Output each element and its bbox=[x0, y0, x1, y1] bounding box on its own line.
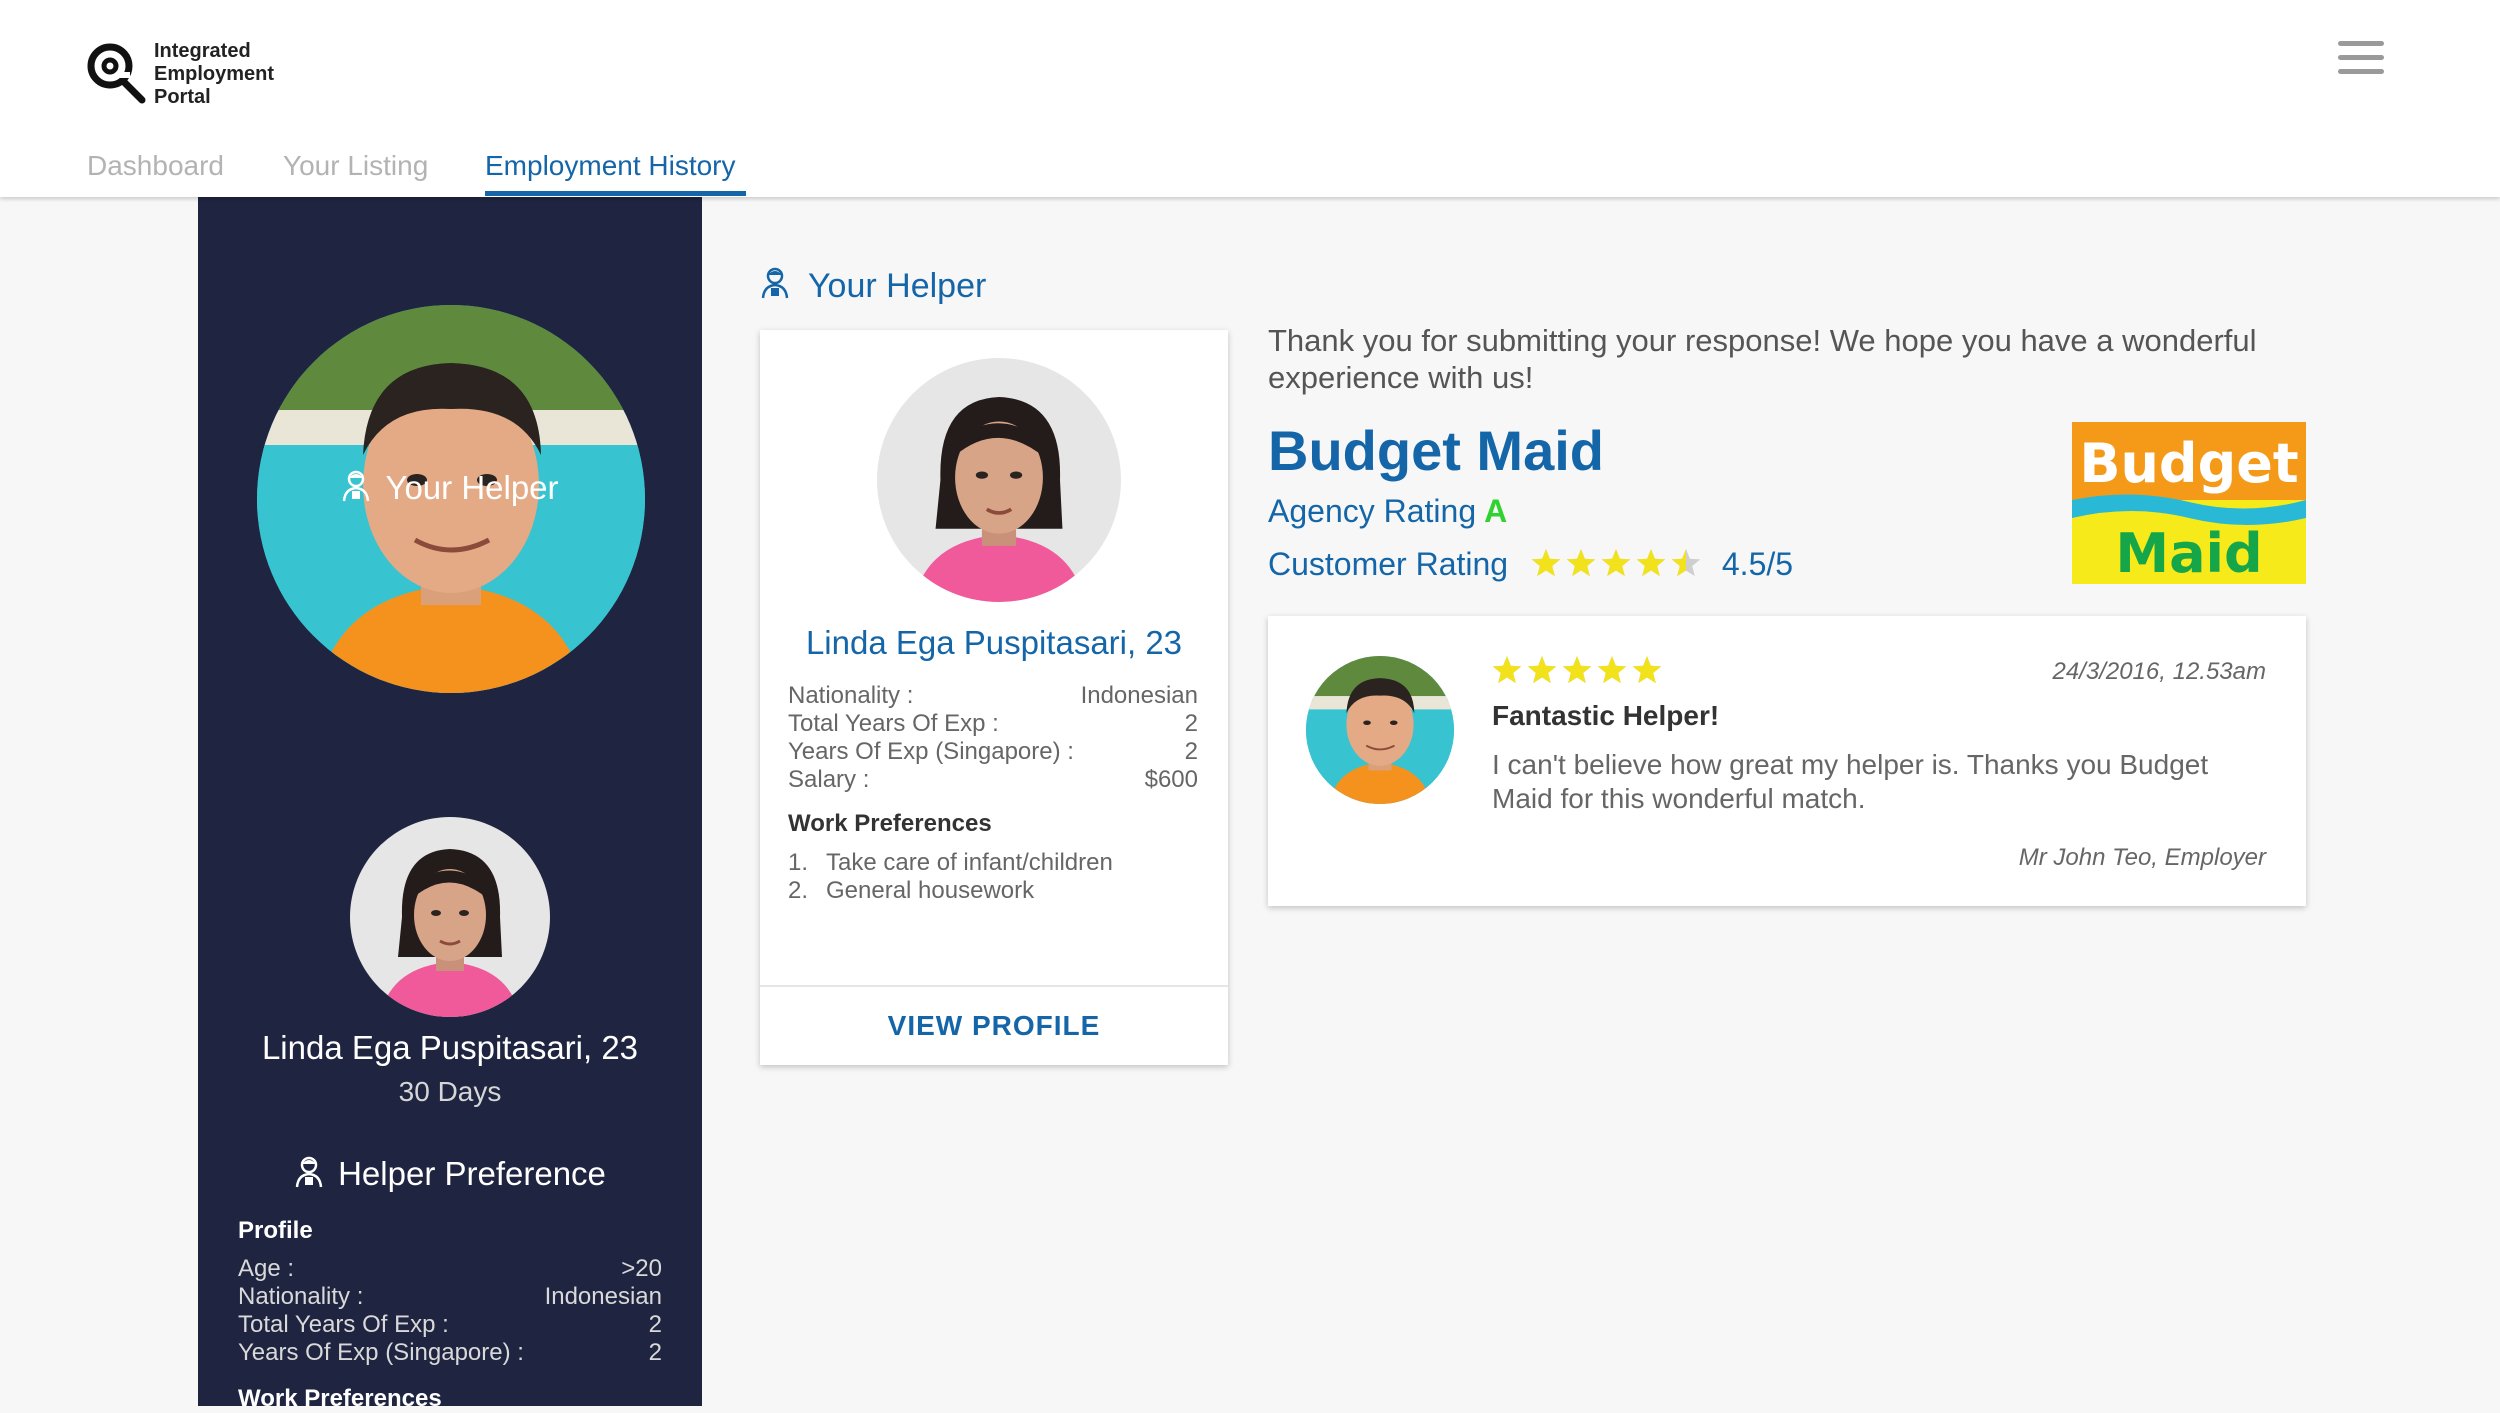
review-title: Fantastic Helper! bbox=[1492, 700, 1720, 731]
review-body: I can't believe how great my helper is. … bbox=[1492, 749, 2209, 814]
sidebar-helper-name: Linda Ega Puspitasari, 23 bbox=[261, 1029, 639, 1066]
work-preferences-list: 1. Take care of infant/children 2. General… bbox=[788, 849, 1113, 905]
detail-label: Years Of Exp (Singapore) : bbox=[788, 738, 1074, 765]
profile-value: 2 bbox=[648, 1311, 662, 1338]
review-card: 24/3/2016, 12.53am Fantastic Helper! I c… bbox=[1268, 616, 2306, 906]
list-number: 2. bbox=[788, 877, 809, 904]
helper-card: Linda Ega Puspitasari, 23 Nationality : I… bbox=[760, 330, 1228, 1065]
detail-value: $600 bbox=[1144, 766, 1198, 793]
profile-row: Total Years Of Exp : 2 bbox=[238, 1311, 662, 1339]
star-icon bbox=[1601, 549, 1631, 577]
star-icon bbox=[1566, 549, 1596, 577]
list-number: 1. bbox=[788, 849, 809, 876]
helper-icon bbox=[295, 1156, 323, 1188]
agency-logo-line-2: Maid bbox=[2115, 522, 2262, 584]
list-text: General housework bbox=[826, 877, 1035, 904]
detail-value: 2 bbox=[1184, 738, 1198, 765]
agency-logo: Budget Maid bbox=[2072, 422, 2306, 585]
sidebar-your-helper-title: Your Helper bbox=[198, 469, 702, 507]
tab-employment-history[interactable]: Employment History bbox=[485, 150, 736, 182]
agency-rating-grade: A bbox=[1484, 493, 1508, 529]
detail-label: Salary : bbox=[788, 766, 870, 793]
review-author: Mr John Teo, Employer bbox=[2018, 844, 2266, 871]
helper-details: Nationality : Indonesian Total Years Of E… bbox=[788, 682, 1198, 794]
star-icon bbox=[1632, 656, 1662, 684]
customer-rating-stars bbox=[1531, 549, 1701, 587]
list-item: 2. General housework bbox=[788, 877, 1113, 905]
profile-label: Nationality : bbox=[238, 1283, 364, 1310]
agency-logo-line-1: Budget bbox=[2079, 432, 2298, 495]
detail-label: Nationality : bbox=[788, 682, 914, 709]
helper-name[interactable]: Linda Ega Puspitasari, 23 bbox=[760, 624, 1228, 662]
star-icon bbox=[1562, 656, 1592, 684]
helper-avatar bbox=[877, 358, 1121, 602]
detail-row: Total Years Of Exp : 2 bbox=[788, 710, 1198, 738]
reviewer-avatar bbox=[1306, 656, 1454, 804]
customer-rating: Customer Rating 4.5/5 bbox=[1268, 546, 1793, 587]
helper-icon bbox=[761, 267, 789, 299]
customer-rating-score: 4.5/5 bbox=[1721, 546, 1794, 582]
profile-label: Total Years Of Exp : bbox=[238, 1311, 449, 1338]
detail-label: Total Years Of Exp : bbox=[788, 710, 999, 737]
review-stars bbox=[1492, 656, 1662, 691]
sidebar-helper-preference-label: Helper Preference bbox=[338, 1155, 606, 1192]
logo-line-3: Portal bbox=[154, 86, 211, 108]
sidebar-helper-preference-title: Helper Preference bbox=[198, 1155, 702, 1193]
tab-dashboard[interactable]: Dashboard bbox=[87, 150, 224, 182]
detail-row: Salary : $600 bbox=[788, 766, 1198, 794]
sidebar: Your Helper Linda Ega Puspitasari, 23 30… bbox=[198, 197, 702, 1412]
sidebar-work-preferences-title: Work Preferences bbox=[238, 1385, 442, 1412]
logo-text: Integrated Employment Portal bbox=[154, 40, 304, 109]
detail-row: Years Of Exp (Singapore) : 2 bbox=[788, 738, 1198, 766]
star-icon bbox=[1636, 549, 1666, 577]
detail-value: 2 bbox=[1184, 710, 1198, 737]
profile-value: >20 bbox=[621, 1255, 662, 1282]
profile-value: Indonesian bbox=[544, 1283, 662, 1310]
sidebar-profile: Profile Age : >20 Nationality : Indonesian… bbox=[238, 1217, 662, 1367]
agency-rating-label: Agency Rating bbox=[1268, 493, 1477, 529]
your-helper-section-title: Your Helper bbox=[760, 266, 986, 306]
your-helper-section-label: Your Helper bbox=[808, 267, 987, 305]
customer-rating-label: Customer Rating bbox=[1268, 546, 1509, 582]
work-preferences-title: Work Preferences bbox=[788, 810, 992, 837]
detail-value: Indonesian bbox=[1080, 682, 1198, 709]
thanks-message: Thank you for submitting your response! … bbox=[1268, 323, 2257, 395]
helper-icon bbox=[343, 470, 370, 502]
star-icon bbox=[1671, 549, 1701, 577]
detail-row: Nationality : Indonesian bbox=[788, 682, 1198, 710]
active-tab-indicator bbox=[485, 191, 746, 196]
top-header: Integrated Employment Portal Dashboard Y… bbox=[0, 0, 2500, 197]
agency-rating: Agency Rating A bbox=[1268, 493, 1507, 530]
review-date: 24/3/2016, 12.53am bbox=[2052, 658, 2266, 685]
star-icon bbox=[1492, 656, 1522, 684]
list-text: Take care of infant/children bbox=[826, 849, 1113, 876]
view-profile-button[interactable]: VIEW PROFILE bbox=[760, 987, 1228, 1065]
sidebar-your-helper-label: Your Helper bbox=[385, 469, 559, 506]
profile-row: Years Of Exp (Singapore) : 2 bbox=[238, 1339, 662, 1367]
tab-your-listing[interactable]: Your Listing bbox=[283, 150, 428, 182]
star-icon bbox=[1527, 656, 1557, 684]
profile-value: 2 bbox=[648, 1339, 662, 1366]
profile-label: Years Of Exp (Singapore) : bbox=[238, 1339, 524, 1366]
profile-row: Age : >20 bbox=[238, 1255, 662, 1283]
star-icon bbox=[1597, 656, 1627, 684]
logo-line-2: Employment bbox=[154, 63, 275, 85]
hamburger-menu-icon[interactable] bbox=[2338, 41, 2384, 75]
sidebar-profile-title: Profile bbox=[238, 1217, 313, 1244]
logo-icon bbox=[87, 43, 146, 104]
star-icon bbox=[1531, 549, 1561, 577]
agency-name[interactable]: Budget Maid bbox=[1268, 418, 1604, 483]
profile-row: Nationality : Indonesian bbox=[238, 1283, 662, 1311]
helper-avatar-small bbox=[350, 817, 550, 1017]
logo-line-1: Integrated bbox=[154, 40, 251, 62]
list-item: 1. Take care of infant/children bbox=[788, 849, 1113, 877]
sidebar-helper-days: 30 Days bbox=[398, 1076, 502, 1107]
profile-label: Age : bbox=[238, 1255, 295, 1282]
